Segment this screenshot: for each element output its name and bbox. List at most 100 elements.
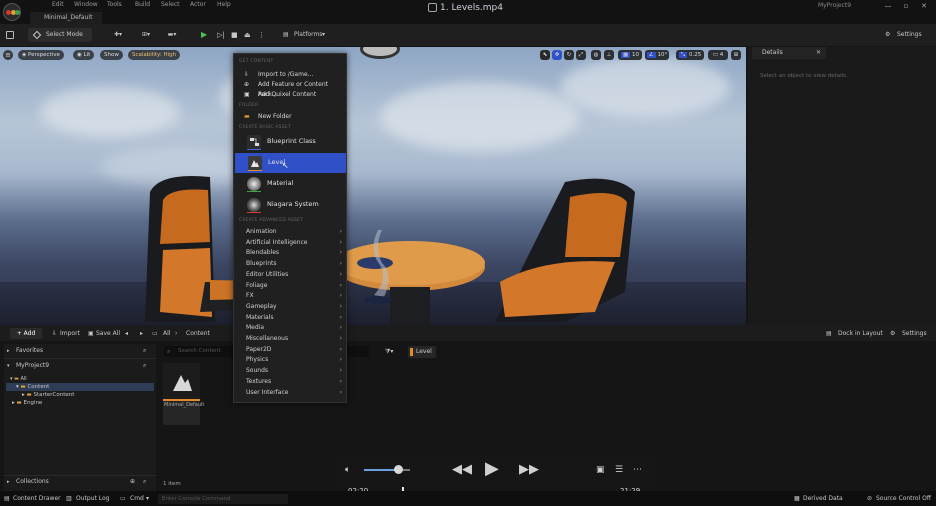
world-space-icon[interactable]: ◍ bbox=[591, 50, 601, 60]
rotate-tool-icon[interactable]: ↻ bbox=[564, 50, 574, 60]
add-collection-icon[interactable]: ⊕ bbox=[130, 477, 135, 487]
show-button[interactable]: Show bbox=[100, 50, 123, 60]
more-options-icon[interactable]: ⋮ bbox=[258, 28, 265, 42]
history-forward-icon[interactable]: ▸ bbox=[140, 328, 143, 339]
close-details-icon[interactable]: ✕ bbox=[816, 49, 821, 56]
menu-select[interactable]: Select bbox=[161, 0, 180, 10]
menu-tools[interactable]: Tools bbox=[107, 0, 122, 10]
niagara-system-item[interactable]: Niagara System bbox=[234, 195, 346, 215]
maximize-viewport-icon[interactable]: ⊞ bbox=[731, 50, 741, 60]
volume-icon[interactable]: 🔈︎ bbox=[345, 465, 350, 475]
translate-tool-icon[interactable]: ✥ bbox=[552, 50, 562, 60]
camera-speed-button[interactable]: ▭ 4 bbox=[708, 50, 728, 60]
viewport-menu-button[interactable]: ≡ bbox=[3, 50, 13, 60]
subtitles-icon[interactable]: ☰ bbox=[615, 465, 623, 475]
toolbar-settings-button[interactable]: Settings bbox=[897, 28, 922, 42]
play-icon[interactable]: ▶ bbox=[201, 28, 211, 42]
history-back-icon[interactable]: ◂ bbox=[125, 328, 128, 339]
add-feature-pack-item[interactable]: Add Feature or Content Pack... bbox=[258, 80, 346, 98]
save-all-button[interactable]: Save All bbox=[96, 328, 120, 339]
cb-settings-button[interactable]: Settings bbox=[902, 328, 927, 339]
level-tab[interactable]: Minimal_Default bbox=[30, 12, 102, 24]
derived-data-button[interactable]: Derived Data bbox=[803, 494, 843, 504]
level-item[interactable]: Level ↖ bbox=[235, 153, 346, 173]
submenu-artificial-intelligence[interactable]: Artificial Intelligence › bbox=[234, 237, 346, 248]
volume-slider[interactable] bbox=[364, 465, 410, 474]
submenu-blendables[interactable]: Blendables › bbox=[234, 247, 346, 258]
lit-button[interactable]: ◉ Lit bbox=[73, 50, 95, 60]
submenu-sounds[interactable]: Sounds › bbox=[234, 365, 346, 376]
level-viewport[interactable] bbox=[0, 47, 746, 325]
level-filter-chip[interactable]: Level bbox=[408, 346, 436, 358]
project-header[interactable]: MyProject9 bbox=[16, 361, 49, 371]
favorites-header[interactable]: Favorites bbox=[16, 346, 43, 356]
menu-build[interactable]: Build bbox=[135, 0, 150, 10]
close-window-button[interactable]: ✕ bbox=[915, 0, 933, 12]
menu-edit[interactable]: Edit bbox=[52, 0, 64, 10]
captions-icon[interactable]: ▣ bbox=[596, 465, 605, 475]
rotation-snap-button[interactable]: ∠ 10° bbox=[645, 50, 669, 60]
menu-actor[interactable]: Actor bbox=[190, 0, 206, 10]
import-to-game-item[interactable]: Import to /Game... bbox=[258, 70, 313, 80]
collections-search-icon[interactable]: ⌕ bbox=[143, 477, 146, 487]
tree-item-engine[interactable]: ▸ ▬ Engine bbox=[12, 398, 42, 408]
more-icon[interactable]: ⋯ bbox=[633, 465, 642, 475]
submenu-user-interface[interactable]: User Interface › bbox=[234, 387, 346, 398]
fast-forward-icon[interactable]: ▶▶ bbox=[519, 462, 539, 477]
save-all-icon[interactable]: ▣ bbox=[88, 328, 94, 339]
output-log-button[interactable]: Output Log bbox=[76, 494, 109, 504]
stop-icon[interactable]: ■ bbox=[231, 28, 241, 42]
minimize-button[interactable]: — bbox=[879, 0, 897, 12]
import-button[interactable]: Import bbox=[60, 328, 80, 339]
surface-snap-icon[interactable]: ⊥ bbox=[604, 50, 614, 60]
import-icon[interactable]: ⇩ bbox=[52, 328, 57, 339]
platforms-button[interactable]: Platforms bbox=[294, 28, 322, 42]
submenu-editor-utilities[interactable]: Editor Utilities › bbox=[234, 269, 346, 280]
submenu-blueprints[interactable]: Blueprints › bbox=[234, 258, 346, 269]
add-button[interactable]: + Add bbox=[10, 328, 42, 339]
filter-icon[interactable]: ⧩▾ bbox=[385, 346, 393, 358]
submenu-gameplay[interactable]: Gameplay › bbox=[234, 301, 346, 312]
maximize-button[interactable]: ▫ bbox=[897, 0, 915, 12]
scale-tool-icon[interactable]: ⤢ bbox=[576, 50, 586, 60]
submenu-textures[interactable]: Textures › bbox=[234, 376, 346, 387]
cmd-dropdown[interactable]: Cmd bbox=[130, 494, 144, 504]
grid-snap-button[interactable]: ▦ 10 bbox=[618, 50, 642, 60]
blueprint-class-item[interactable]: Blueprint Class bbox=[234, 132, 346, 152]
blueprint-icon[interactable]: ⊞▾ bbox=[136, 28, 156, 42]
menu-help[interactable]: Help bbox=[217, 0, 231, 10]
submenu-foliage[interactable]: Foliage › bbox=[234, 280, 346, 291]
step-icon[interactable]: ▷| bbox=[217, 28, 227, 42]
select-tool-icon[interactable]: ⬉ bbox=[540, 50, 550, 60]
source-control-button[interactable]: Source Control Off bbox=[876, 494, 931, 504]
collections-header[interactable]: Collections bbox=[16, 477, 49, 487]
material-item[interactable]: Material bbox=[234, 174, 346, 194]
app-logo-icon[interactable] bbox=[3, 3, 21, 21]
scalability-button[interactable]: Scalability: High bbox=[128, 50, 181, 60]
dock-in-layout-button[interactable]: Dock in Layout bbox=[838, 328, 883, 339]
cinematics-icon[interactable]: ▬▾ bbox=[162, 28, 182, 42]
new-folder-item[interactable]: New Folder bbox=[258, 112, 292, 122]
submenu-physics[interactable]: Physics › bbox=[234, 354, 346, 365]
perspective-button[interactable]: ◈ Perspective bbox=[18, 50, 64, 60]
content-drawer-button[interactable]: Content Drawer bbox=[13, 494, 61, 504]
favorites-expander-icon[interactable]: ▸ bbox=[7, 346, 10, 356]
play-video-icon[interactable]: ▶ bbox=[485, 458, 499, 479]
submenu-paper2d[interactable]: Paper2D › bbox=[234, 344, 346, 355]
favorites-search-icon[interactable]: ⌕ bbox=[143, 346, 146, 356]
submenu-fx[interactable]: FX › bbox=[234, 290, 346, 301]
rewind-icon[interactable]: ◀◀ bbox=[452, 462, 472, 477]
project-search-icon[interactable]: ⌕ bbox=[143, 361, 146, 371]
submenu-miscellaneous[interactable]: Miscellaneous › bbox=[234, 333, 346, 344]
eject-icon[interactable]: ⏏ bbox=[244, 28, 254, 42]
collections-expander-icon[interactable]: ▸ bbox=[7, 477, 10, 487]
console-input[interactable]: Enter Console Command bbox=[158, 494, 288, 504]
menu-window[interactable]: Window bbox=[74, 0, 98, 10]
breadcrumb-all[interactable]: All bbox=[163, 328, 170, 339]
submenu-materials[interactable]: Materials › bbox=[234, 312, 346, 323]
add-quixel-item[interactable]: Add Quixel Content bbox=[258, 90, 316, 100]
project-expander-icon[interactable]: ▾ bbox=[7, 361, 10, 371]
add-actor-icon[interactable]: ✚▾ bbox=[108, 28, 128, 42]
scale-snap-button[interactable]: ⤡ 0.25 bbox=[676, 50, 704, 60]
breadcrumb-content[interactable]: Content bbox=[186, 328, 210, 339]
